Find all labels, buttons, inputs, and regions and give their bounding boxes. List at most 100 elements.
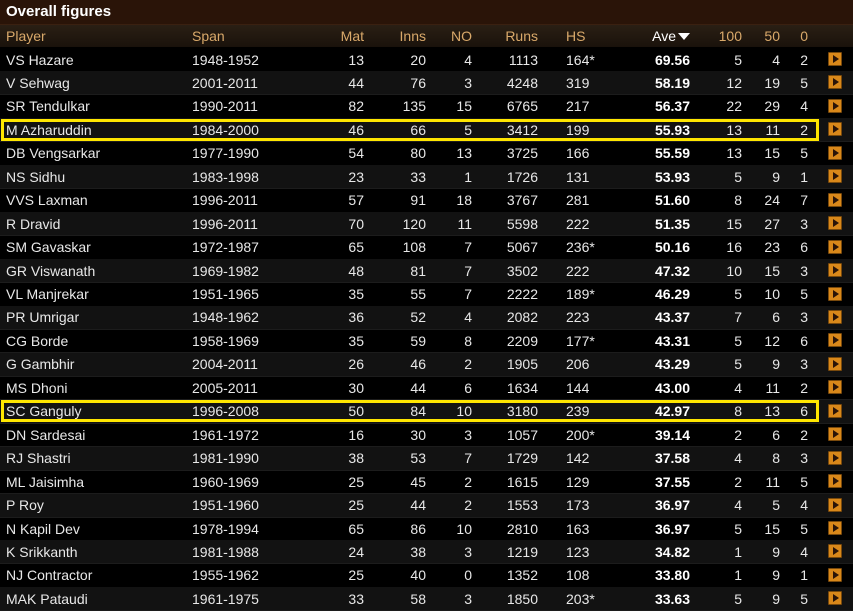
cell-no: 3 [464, 74, 472, 91]
cell-no: 4 [464, 51, 472, 68]
cell-mat: 38 [348, 450, 364, 467]
expand-arrow-icon[interactable] [828, 216, 842, 231]
expand-arrow-icon[interactable] [828, 75, 842, 90]
cell-ducks: 6 [800, 332, 808, 349]
cell-ave: 50.16 [654, 239, 690, 256]
cell-hundreds: 15 [726, 215, 742, 232]
cell-hs: 189* [566, 286, 595, 302]
expand-arrow-icon[interactable] [828, 427, 842, 442]
expand-arrow-icon[interactable] [828, 169, 842, 184]
header-no[interactable]: NO [444, 25, 472, 47]
cell-inns: 46 [410, 356, 426, 373]
cell-hs: 222 [566, 262, 590, 279]
table-row: GR Viswanath 1969-1982 48 81 7 3502 222 47.32 10… [0, 259, 853, 284]
expand-arrow-icon[interactable] [828, 333, 842, 348]
expand-arrow-icon[interactable] [828, 474, 842, 489]
cell-fifties: 12 [764, 332, 780, 349]
header-player[interactable]: Player [6, 25, 46, 47]
header-50[interactable]: 50 [756, 25, 780, 47]
expand-arrow-icon[interactable] [828, 309, 842, 324]
cell-span: 1978-1994 [192, 520, 259, 537]
cell-mat: 25 [348, 473, 364, 490]
cell-inns: 44 [410, 379, 426, 396]
cell-inns: 66 [410, 121, 426, 138]
cell-player: DN Sardesai [6, 426, 86, 443]
header-ave[interactable]: Ave [636, 25, 690, 47]
expand-arrow-icon[interactable] [828, 403, 842, 418]
cell-inns: 55 [410, 286, 426, 302]
cell-hundreds: 5 [734, 332, 742, 349]
expand-arrow-icon[interactable] [828, 497, 842, 512]
expand-arrow-icon[interactable] [828, 356, 842, 371]
expand-arrow-icon[interactable] [828, 286, 842, 301]
cell-hs: 319 [566, 74, 590, 91]
cell-ducks: 5 [800, 74, 808, 91]
table-row: P Roy 1951-1960 25 44 2 1553 173 36.97 4 5 4 [0, 493, 853, 518]
cell-hundreds: 4 [734, 450, 742, 467]
cell-ave: 43.37 [654, 309, 690, 326]
cell-fifties: 15 [764, 520, 780, 537]
cell-ducks: 2 [800, 51, 808, 68]
cell-ducks: 6 [800, 239, 808, 256]
cell-no: 10 [456, 403, 472, 420]
cell-hundreds: 5 [734, 286, 742, 302]
cell-span: 1960-1969 [192, 473, 259, 490]
expand-arrow-icon[interactable] [828, 122, 842, 137]
cell-ave: 43.31 [654, 332, 690, 349]
cell-inns: 30 [410, 426, 426, 443]
cell-fifties: 9 [772, 590, 780, 607]
header-0[interactable]: 0 [794, 25, 808, 47]
table-row: DN Sardesai 1961-1972 16 30 3 1057 200* 39.14 2 6… [0, 423, 853, 448]
cell-runs: 1850 [506, 590, 538, 607]
header-runs[interactable]: Runs [498, 25, 538, 47]
cell-runs: 2082 [506, 309, 538, 326]
header-hs[interactable]: HS [566, 25, 606, 47]
cell-player: DB Vengsarkar [6, 145, 101, 162]
cell-ave: 46.29 [654, 286, 690, 302]
cell-span: 1961-1975 [192, 590, 259, 607]
cell-ave: 69.56 [654, 51, 690, 68]
header-span[interactable]: Span [192, 25, 225, 47]
table-row: V Sehwag 2001-2011 44 76 3 4248 319 58.19 12 19 5 [0, 71, 853, 96]
expand-arrow-icon[interactable] [828, 145, 842, 160]
cell-player: N Kapil Dev [6, 520, 80, 537]
cell-no: 13 [456, 145, 472, 162]
cell-inns: 80 [410, 145, 426, 162]
cell-player: ML Jaisimha [6, 473, 85, 490]
cell-mat: 50 [348, 403, 364, 420]
cell-ave: 36.97 [654, 520, 690, 537]
expand-arrow-icon[interactable] [828, 450, 842, 465]
cell-ducks: 2 [800, 426, 808, 443]
cell-span: 1990-2011 [192, 98, 258, 115]
header-inns[interactable]: Inns [392, 25, 426, 47]
cell-hs: 123 [566, 543, 590, 560]
expand-arrow-icon[interactable] [828, 591, 842, 606]
cell-no: 7 [464, 450, 472, 467]
cell-ave: 33.63 [654, 590, 690, 607]
cell-hs: 173 [566, 497, 590, 514]
cell-no: 1 [464, 168, 472, 185]
cell-player: V Sehwag [6, 74, 70, 91]
expand-arrow-icon[interactable] [828, 192, 842, 207]
cell-fifties: 15 [764, 145, 780, 162]
expand-arrow-icon[interactable] [828, 521, 842, 535]
cell-inns: 40 [410, 567, 426, 584]
cell-fifties: 27 [764, 215, 780, 232]
header-100[interactable]: 100 [712, 25, 742, 47]
cell-ave: 36.97 [654, 497, 690, 514]
cell-inns: 81 [410, 262, 426, 279]
cell-runs: 3767 [506, 192, 538, 209]
cell-hundreds: 7 [734, 309, 742, 326]
expand-arrow-icon[interactable] [828, 98, 842, 113]
cell-ducks: 1 [800, 168, 808, 185]
expand-arrow-icon[interactable] [828, 52, 842, 66]
expand-arrow-icon[interactable] [828, 239, 842, 254]
expand-arrow-icon[interactable] [828, 380, 842, 395]
cell-inns: 120 [402, 215, 426, 232]
expand-arrow-icon[interactable] [828, 544, 842, 559]
expand-arrow-icon[interactable] [828, 567, 842, 582]
cell-ave: 37.55 [654, 473, 690, 490]
expand-arrow-icon[interactable] [828, 263, 842, 278]
table-row: ML Jaisimha 1960-1969 25 45 2 1615 129 37.55 2 11… [0, 470, 853, 495]
header-mat[interactable]: Mat [332, 25, 364, 47]
